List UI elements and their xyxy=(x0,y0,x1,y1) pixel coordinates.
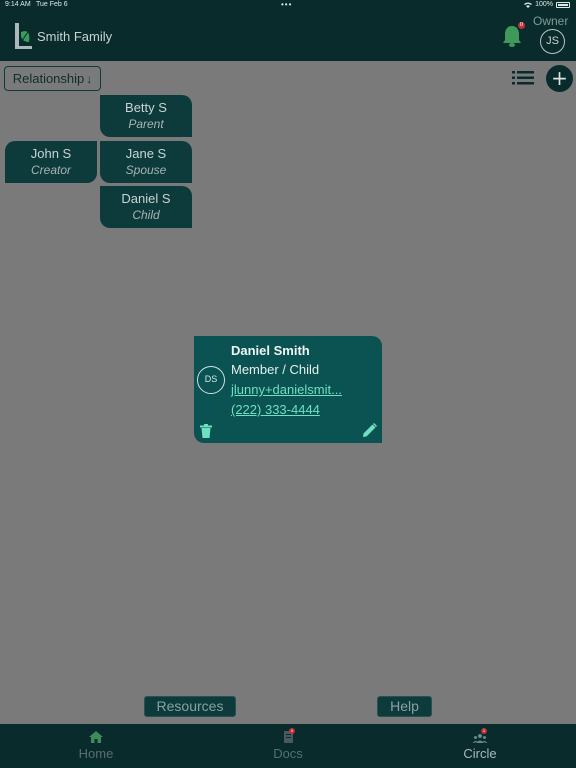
sort-relationship-button[interactable]: Relationship ↓ xyxy=(4,66,101,91)
member-phone-link[interactable]: (222) 333-4444 xyxy=(231,402,320,417)
status-date: Tue Feb 6 xyxy=(36,1,68,8)
node-role: Parent xyxy=(128,117,164,131)
battery-icon xyxy=(556,1,570,8)
app-logo-icon[interactable] xyxy=(12,22,34,50)
circle-badge: 1 xyxy=(481,728,487,734)
wifi-icon xyxy=(524,2,533,8)
user-avatar[interactable]: JS xyxy=(540,29,565,54)
node-name: Betty S xyxy=(125,100,167,115)
node-name: Jane S xyxy=(125,146,167,161)
sort-arrow-icon: ↓ xyxy=(86,71,93,86)
member-name: Daniel Smith xyxy=(231,343,310,358)
node-name: John S xyxy=(30,146,72,161)
tab-circle[interactable]: 1 Circle xyxy=(384,724,576,768)
node-role: Spouse xyxy=(125,163,167,177)
multitasking-dots-icon[interactable]: ••• xyxy=(281,0,292,9)
node-name: Daniel S xyxy=(121,191,171,206)
node-role: Child xyxy=(132,208,160,222)
tree-node-john[interactable]: John S Creator xyxy=(5,141,97,183)
status-time: 9:14 AM xyxy=(5,1,31,8)
bottom-tab-bar: Home 0 Docs 1 Circle xyxy=(0,724,576,768)
tree-node-jane[interactable]: Jane S Spouse xyxy=(100,141,192,183)
tree-node-daniel[interactable]: Daniel S Child xyxy=(100,186,192,228)
home-icon xyxy=(89,731,103,743)
list-view-icon[interactable] xyxy=(512,70,534,86)
node-role: Creator xyxy=(30,163,71,177)
owner-label: Owner xyxy=(533,14,569,28)
tree-node-betty[interactable]: Betty S Parent xyxy=(100,95,192,137)
tab-label: Circle xyxy=(463,746,497,761)
family-title[interactable]: Smith Family xyxy=(37,29,112,44)
battery-percent: 100% xyxy=(535,1,553,8)
tab-label: Home xyxy=(78,746,114,761)
add-member-button[interactable]: + xyxy=(546,65,573,92)
tab-docs[interactable]: 0 Docs xyxy=(192,724,384,768)
tab-home[interactable]: Home xyxy=(0,724,192,768)
docs-badge: 0 xyxy=(289,728,295,734)
help-button[interactable]: Help xyxy=(377,696,432,717)
resources-button[interactable]: Resources xyxy=(144,696,236,717)
sort-label: Relationship xyxy=(12,71,85,86)
tab-label: Docs xyxy=(273,746,303,761)
member-role: Member / Child xyxy=(231,362,320,377)
trash-icon[interactable] xyxy=(200,424,212,438)
member-email-link[interactable]: jlunny+danielsmit... xyxy=(231,382,342,397)
member-detail-card: DS Daniel Smith Member / Child jlunny+da… xyxy=(194,336,382,443)
app-header: Smith Family 0 Owner JS xyxy=(0,12,576,61)
status-bar: 9:14 AM Tue Feb 6 ••• 100% xyxy=(0,0,576,12)
notification-badge: 0 xyxy=(518,22,525,29)
member-avatar: DS xyxy=(197,366,225,394)
edit-pencil-icon[interactable] xyxy=(362,423,377,438)
